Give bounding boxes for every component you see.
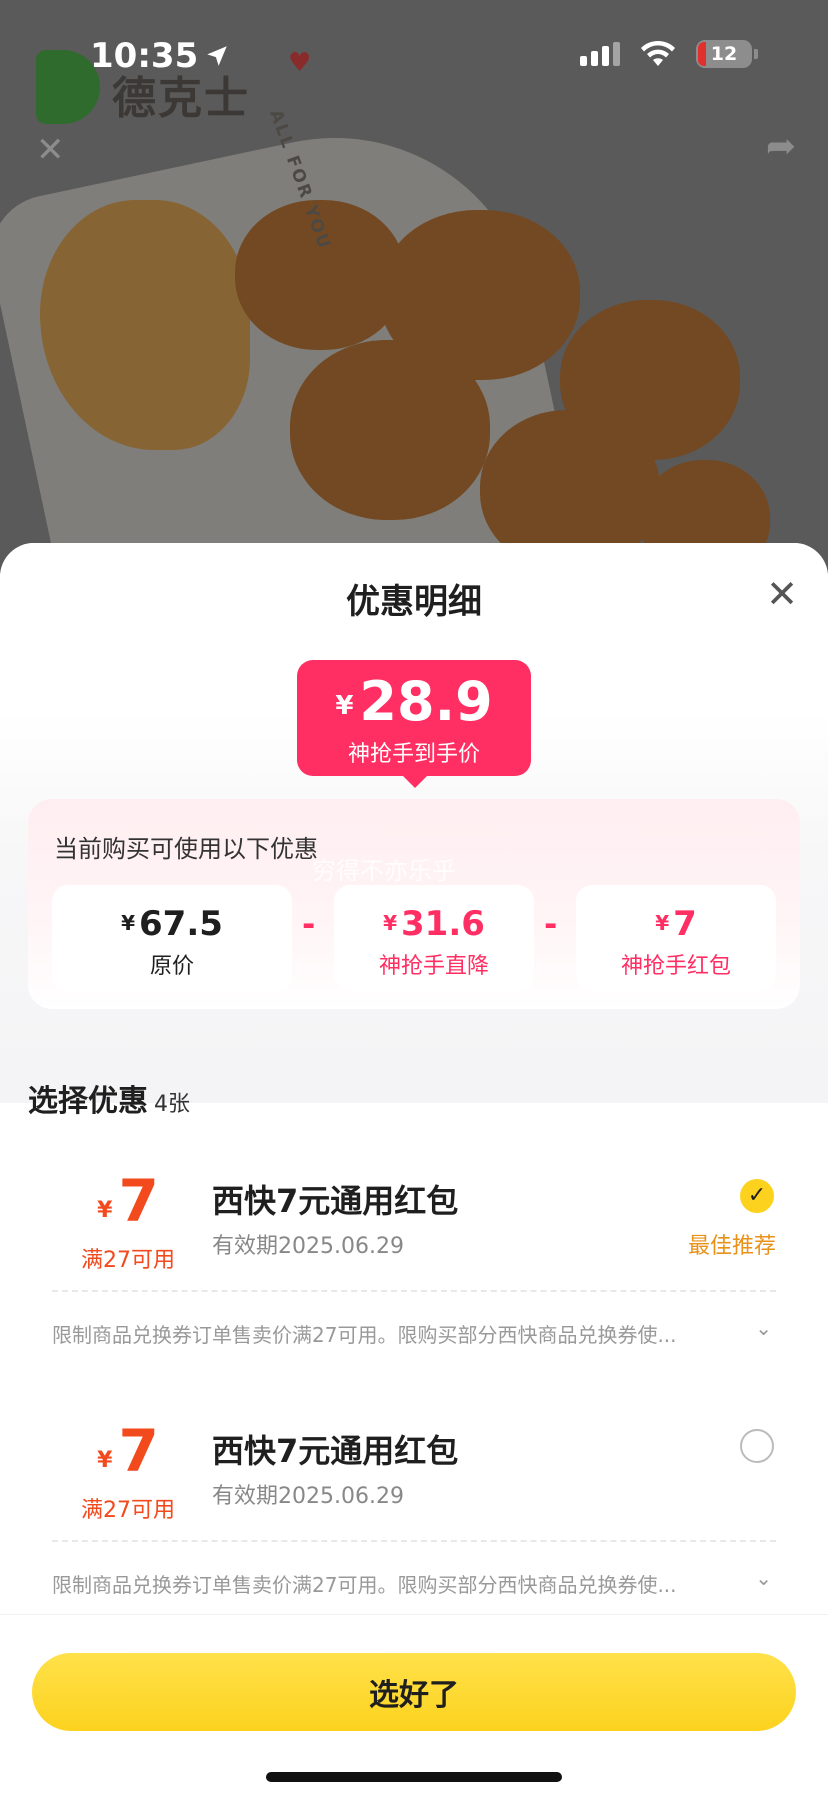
direct-discount-card: ¥31.6 神抢手直降	[334, 885, 534, 991]
coupon-validity: 有效期2025.06.29	[212, 1484, 404, 1509]
coupon-condition: 满27可用	[81, 1498, 175, 1523]
discount-detail-sheet: 优惠明细 ✕ ¥28.9 神抢手到手价 当前购买可使用以下优惠 穷得不亦乐乎 ¥…	[0, 543, 828, 1795]
coupon-description: 限制商品兑换券订单售卖价满27可用。限购买部分西快商品兑换券使...	[52, 1573, 677, 1597]
final-price-badge: ¥28.9 神抢手到手价	[297, 660, 531, 788]
confirm-button[interactable]: 选好了	[32, 1653, 796, 1731]
dashed-divider	[52, 1290, 776, 1292]
coupon-card[interactable]: ¥7 满27可用 西快7元通用红包 有效期2025.06.29 限制商品兑换券订…	[28, 1390, 800, 1623]
final-price-value: 28.9	[359, 670, 493, 733]
clock-text: 10:35	[90, 36, 199, 76]
coupon-amount: ¥7 满27可用	[28, 1170, 228, 1274]
red-packet-label: 神抢手红包	[620, 954, 731, 979]
breakdown-title: 当前购买可使用以下优惠	[54, 835, 318, 863]
original-price-value: ¥67.5	[121, 904, 223, 944]
final-price-amount: ¥28.9	[297, 672, 531, 736]
coupon-card[interactable]: ¥7 满27可用 西快7元通用红包 有效期2025.06.29 ✓ 最佳推荐 限…	[28, 1140, 800, 1373]
battery-icon: 12	[696, 40, 758, 68]
watermark-text: 穷得不亦乐乎	[312, 857, 456, 885]
status-bar: 10:35 12	[0, 0, 828, 110]
red-packet-card: ¥7 神抢手红包	[576, 885, 776, 991]
share-icon[interactable]: ➦	[766, 126, 796, 167]
original-price-card: ¥67.5 原价	[52, 885, 292, 991]
minus-sign: -	[302, 905, 316, 943]
direct-discount-value: ¥31.6	[383, 904, 485, 944]
currency-symbol: ¥	[335, 691, 354, 721]
dashed-divider	[52, 1540, 776, 1542]
coupon-amount: ¥7 满27可用	[28, 1420, 228, 1524]
coupon-condition: 满27可用	[81, 1248, 175, 1273]
home-indicator[interactable]	[266, 1772, 562, 1782]
location-arrow-icon	[207, 46, 227, 66]
coupon-validity: 有效期2025.06.29	[212, 1234, 404, 1259]
red-packet-value: ¥7	[655, 904, 697, 944]
coupon-count: 4张	[154, 1092, 190, 1117]
minus-sign: -	[544, 905, 558, 943]
coupon-title: 西快7元通用红包	[212, 1432, 459, 1470]
check-icon[interactable]: ✓	[740, 1179, 774, 1213]
status-time: 10:35	[90, 36, 230, 76]
section-title: 选择优惠 4张	[28, 1076, 190, 1120]
close-icon[interactable]: ✕	[36, 130, 65, 170]
price-breakdown: 当前购买可使用以下优惠 穷得不亦乐乎 ¥67.5 原价 - ¥31.6 神抢手直…	[28, 799, 800, 1009]
radio-button[interactable]	[740, 1429, 774, 1463]
coupon-description: 限制商品兑换券订单售卖价满27可用。限购买部分西快商品兑换券使...	[52, 1323, 677, 1347]
section-title-text: 选择优惠	[28, 1084, 148, 1119]
chevron-down-icon[interactable]: ⌄	[755, 1316, 772, 1340]
coupon-title: 西快7元通用红包	[212, 1182, 459, 1220]
cellular-signal-icon	[580, 42, 620, 66]
final-price-label: 神抢手到手价	[347, 742, 480, 767]
best-recommend-tag: 最佳推荐	[687, 1234, 776, 1259]
direct-discount-label: 神抢手直降	[378, 954, 489, 979]
sheet-footer: 选好了	[0, 1614, 828, 1795]
original-price-label: 原价	[149, 954, 194, 979]
status-icons: 12	[580, 40, 758, 68]
battery-level: 12	[710, 43, 738, 65]
sheet-title: 优惠明细	[346, 582, 482, 622]
chevron-down-icon[interactable]: ⌄	[755, 1566, 772, 1590]
wifi-icon	[641, 40, 675, 66]
close-icon[interactable]: ✕	[766, 575, 798, 613]
